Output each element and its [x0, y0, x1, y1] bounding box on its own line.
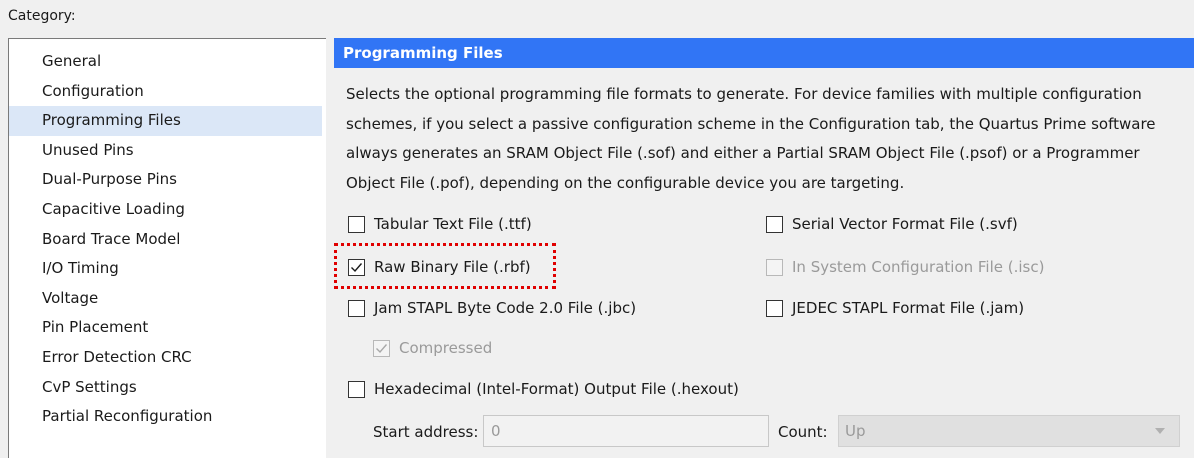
option-compressed: Compressed [373, 339, 492, 357]
ttf-checkbox[interactable] [348, 215, 365, 233]
sidebar-item-pin-placement[interactable]: Pin Placement [9, 313, 322, 343]
sidebar-item-dual-purpose-pins[interactable]: Dual-Purpose Pins [9, 165, 322, 195]
highlight-annotation [334, 243, 556, 289]
option-hexout[interactable]: Hexadecimal (Intel-Format) Output File (… [348, 380, 739, 398]
checkmark-icon [376, 343, 388, 353]
start-address-input[interactable]: 0 [483, 415, 769, 447]
count-label: Count: [778, 423, 828, 441]
jbc-checkbox[interactable] [348, 299, 365, 317]
sidebar-item-cvp-settings[interactable]: CvP Settings [9, 373, 322, 403]
hexout-checkbox[interactable] [348, 380, 365, 398]
sidebar-item-voltage[interactable]: Voltage [9, 284, 322, 314]
isc-label: In System Configuration File (.isc) [792, 258, 1045, 276]
hexout-label: Hexadecimal (Intel-Format) Output File (… [374, 380, 739, 398]
start-address-label: Start address: [373, 423, 479, 441]
option-isc: In System Configuration File (.isc) [766, 258, 1044, 276]
svf-label: Serial Vector Format File (.svf) [792, 215, 1018, 233]
sidebar-item-general[interactable]: General [9, 47, 322, 77]
category-label: Category: [8, 8, 76, 24]
sidebar-item-configuration[interactable]: Configuration [9, 77, 322, 107]
option-jam[interactable]: JEDEC STAPL Format File (.jam) [766, 299, 1024, 317]
jam-label: JEDEC STAPL Format File (.jam) [792, 299, 1025, 317]
sidebar-item-board-trace-model[interactable]: Board Trace Model [9, 225, 322, 255]
svf-checkbox[interactable] [766, 215, 783, 233]
sidebar-item-capacitive-loading[interactable]: Capacitive Loading [9, 195, 322, 225]
isc-checkbox [766, 258, 783, 276]
sidebar-item-error-detection-crc[interactable]: Error Detection CRC [9, 343, 322, 373]
category-list[interactable]: General Configuration Programming Files … [8, 38, 326, 458]
option-jbc[interactable]: Jam STAPL Byte Code 2.0 File (.jbc) [348, 299, 636, 317]
compressed-label: Compressed [399, 339, 493, 357]
count-select-value: Up [845, 422, 866, 440]
sidebar-item-io-timing[interactable]: I/O Timing [9, 254, 322, 284]
option-svf[interactable]: Serial Vector Format File (.svf) [766, 215, 1018, 233]
count-select[interactable]: Up [838, 415, 1180, 447]
sidebar-item-partial-reconfiguration[interactable]: Partial Reconfiguration [9, 402, 322, 432]
jbc-label: Jam STAPL Byte Code 2.0 File (.jbc) [374, 299, 637, 317]
option-ttf[interactable]: Tabular Text File (.ttf) [348, 215, 532, 233]
chevron-down-icon [1155, 428, 1165, 434]
ttf-label: Tabular Text File (.ttf) [374, 215, 532, 233]
jam-checkbox[interactable] [766, 299, 783, 317]
compressed-checkbox [373, 339, 390, 357]
panel-description: Selects the optional programming file fo… [346, 85, 1156, 192]
panel-title: Programming Files [334, 38, 1194, 68]
sidebar-item-programming-files[interactable]: Programming Files [9, 106, 322, 136]
sidebar-item-unused-pins[interactable]: Unused Pins [9, 136, 322, 166]
